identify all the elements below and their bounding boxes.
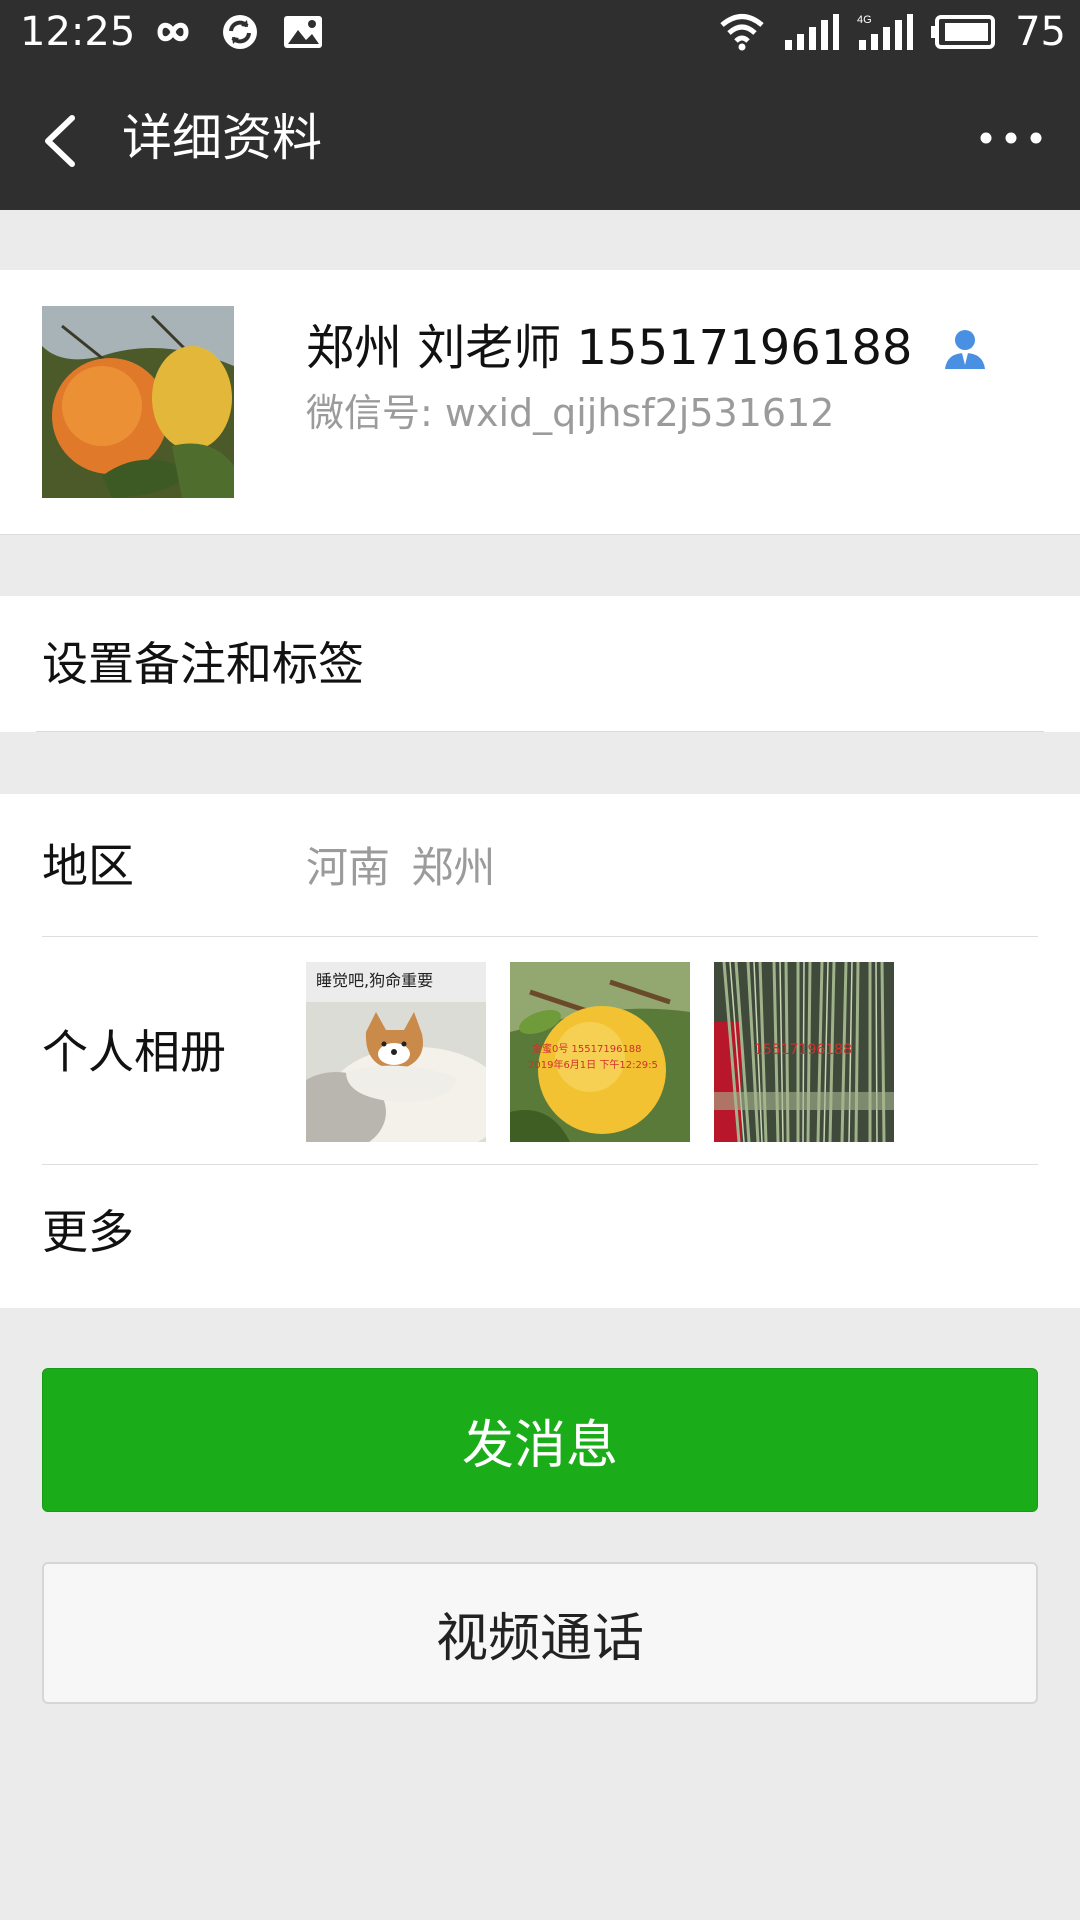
album-row[interactable]: 睡觉吧,狗命重要 金蜜0号 15517196188 2019年6月1日 下午12… xyxy=(306,962,894,1142)
remark-tag-label: 设置备注和标签 xyxy=(42,637,364,691)
status-left-icons xyxy=(148,10,324,54)
nav-bar: 详细资料 xyxy=(0,66,1080,210)
signal-icon xyxy=(785,14,840,50)
album-photo-dog: 睡觉吧,狗命重要 xyxy=(306,962,486,1142)
battery-icon xyxy=(931,15,996,49)
info-card: 地区 河南 郑州 个人相册 睡觉吧,狗命重要 金蜜0号 15517196188 … xyxy=(0,794,1080,1308)
status-bar: 12:25 4G 75 xyxy=(0,0,1080,66)
send-message-button[interactable]: 发消息 xyxy=(42,1368,1038,1512)
divider xyxy=(42,936,1038,937)
album-thumb-caption-1: 金蜜0号 15517196188 xyxy=(532,1042,642,1055)
wifi-icon xyxy=(720,14,764,51)
more-button[interactable] xyxy=(976,118,1046,158)
album-photo-greens: 15517196188 xyxy=(714,962,894,1142)
person-icon[interactable] xyxy=(942,325,988,371)
page-title: 详细资料 xyxy=(122,109,322,167)
wechat-id: 微信号: wxid_qijhsf2j531612 xyxy=(306,391,835,435)
signal-4g-icon: 4G xyxy=(857,14,914,50)
more-dots-icon xyxy=(980,132,1042,144)
avatar-image xyxy=(42,306,234,498)
album-thumb-caption-2: 2019年6月1日 下午12:29:5 xyxy=(528,1058,658,1071)
album-photo-peach: 金蜜0号 15517196188 2019年6月1日 下午12:29:5 xyxy=(510,962,690,1142)
battery-percent: 75 xyxy=(1015,9,1066,55)
album-thumb-caption: 15517196188 xyxy=(754,1042,852,1058)
nickname: 郑州 刘老师 15517196188 xyxy=(306,320,913,376)
avatar[interactable] xyxy=(42,306,234,498)
remark-tag-row[interactable]: 设置备注和标签 xyxy=(0,596,1080,732)
more-label[interactable]: 更多 xyxy=(42,1202,134,1262)
image-icon xyxy=(284,16,322,48)
video-call-button[interactable]: 视频通话 xyxy=(42,1562,1038,1704)
sync-icon xyxy=(223,15,257,49)
status-time: 12:25 xyxy=(20,9,136,55)
album-thumb[interactable]: 15517196188 xyxy=(714,962,894,1142)
infinity-icon xyxy=(157,22,189,42)
status-right-icons: 4G 75 xyxy=(719,8,1066,56)
region-value: 河南 郑州 xyxy=(306,843,496,892)
profile-card: 郑州 刘老师 15517196188 微信号: wxid_qijhsf2j531… xyxy=(0,270,1080,535)
svg-text:4G: 4G xyxy=(857,14,872,26)
album-thumb[interactable]: 睡觉吧,狗命重要 xyxy=(306,962,486,1142)
chevron-left-icon xyxy=(45,115,75,167)
album-thumb-caption: 睡觉吧,狗命重要 xyxy=(316,971,433,990)
album-thumb[interactable]: 金蜜0号 15517196188 2019年6月1日 下午12:29:5 xyxy=(510,962,690,1142)
nickname-row: 郑州 刘老师 15517196188 xyxy=(306,316,988,380)
divider xyxy=(36,731,1044,732)
region-label: 地区 xyxy=(42,839,134,893)
album-label: 个人相册 xyxy=(42,1025,226,1079)
back-button[interactable] xyxy=(30,106,100,176)
divider xyxy=(42,1164,1038,1165)
